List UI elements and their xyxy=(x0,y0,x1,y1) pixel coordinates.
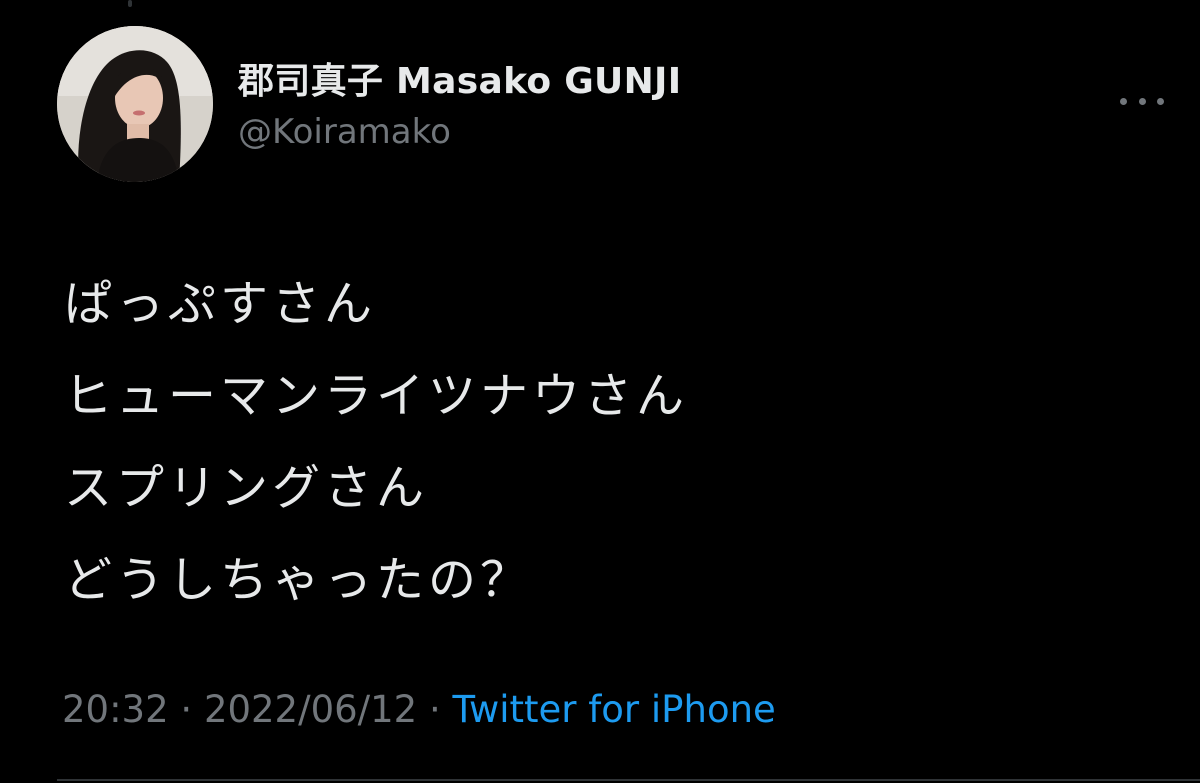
tweet-text-line: ヒューマンライツナウさん xyxy=(64,368,689,424)
divider xyxy=(57,779,1200,781)
tweet-meta: 20:32 · 2022/06/12 · Twitter for iPhone xyxy=(62,688,776,731)
thread-connector xyxy=(128,0,132,7)
more-dot xyxy=(1138,97,1146,105)
avatar-image xyxy=(57,26,213,182)
meta-separator: · xyxy=(428,688,441,731)
tweet-time[interactable]: 20:32 xyxy=(62,688,169,731)
avatar[interactable] xyxy=(57,26,213,182)
tweet-text-line: どうしちゃったの？ xyxy=(64,552,533,608)
more-dot xyxy=(1120,97,1127,105)
more-horizontal-icon[interactable] xyxy=(1120,86,1164,116)
tweet-text-line: スプリングさん xyxy=(64,460,429,516)
author-name[interactable]: 郡司真子 Masako GUNJI xyxy=(238,52,681,104)
tweet-date[interactable]: 2022/06/12 xyxy=(204,688,417,731)
tweet-text: ぱっぷすさん ヒューマンライツナウさん スプリングさん どうしちゃったの？ xyxy=(64,258,688,626)
meta-separator: · xyxy=(180,688,193,731)
tweet-source-link[interactable]: Twitter for iPhone xyxy=(453,688,776,731)
more-dot xyxy=(1157,97,1164,105)
tweet-text-line: ぱっぷすさん xyxy=(64,276,377,332)
author-handle[interactable]: @Koiramako xyxy=(238,112,451,152)
